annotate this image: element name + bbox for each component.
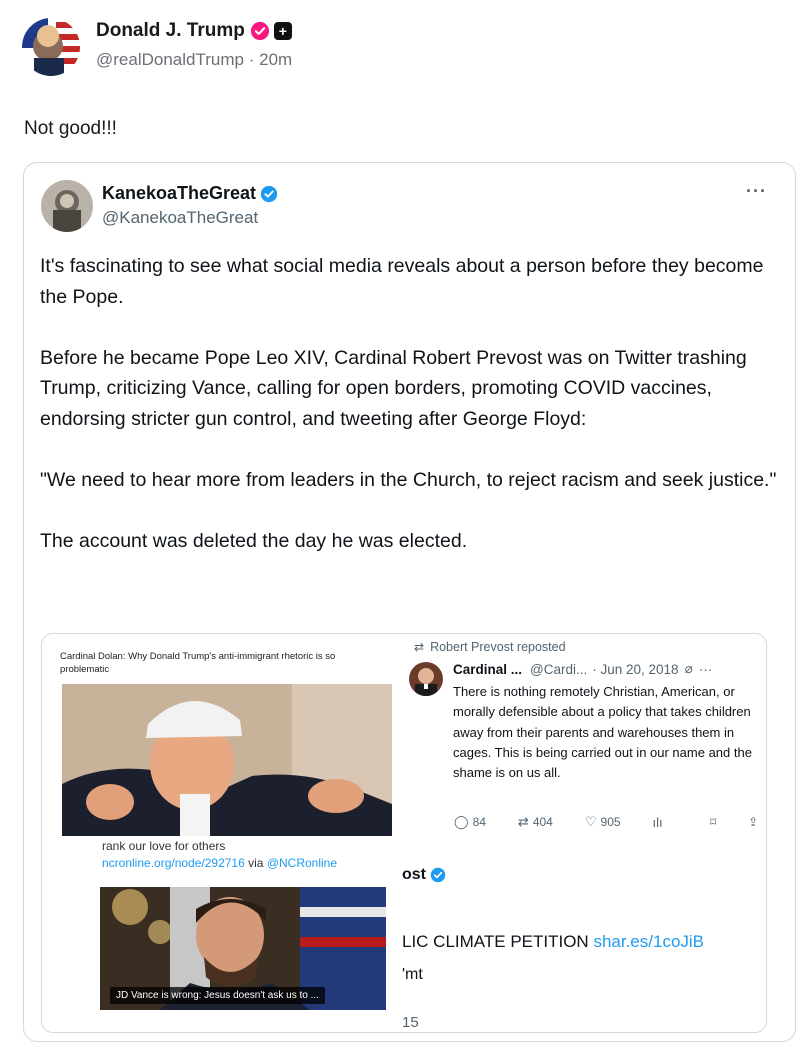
media-right-tweets: ⇄ Robert Prevost reposted Cardinal ... @… — [402, 634, 766, 1032]
like-count: 905 — [600, 815, 621, 829]
repost-line: ⇄ Robert Prevost reposted — [414, 640, 566, 654]
author-handle[interactable]: @realDonaldTrump — [96, 50, 244, 69]
link-url[interactable]: ncronline.org/node/292716 — [102, 856, 245, 870]
repost-icon: ⇄ — [414, 640, 425, 654]
plus-badge-icon: + — [273, 22, 292, 40]
like-icon: ♡ — [584, 814, 597, 829]
petition-url: shar.es/1coJiB — [593, 932, 705, 951]
link-via: via — [248, 856, 264, 870]
verified-badge-icon — [430, 867, 446, 883]
analytics-icon: ılı — [652, 814, 663, 830]
quote-paragraph: Before he became Pope Leo XIV, Cardinal … — [40, 346, 747, 430]
quote-author-name[interactable]: KanekoaTheGreat — [102, 183, 256, 204]
reply-count: 84 — [472, 815, 486, 829]
video-caption: JD Vance is wrong: Jesus doesn't ask us … — [110, 987, 325, 1004]
separator: · — [248, 50, 255, 69]
quote-author-handle[interactable]: @KanekoaTheGreat — [102, 208, 278, 228]
other-tweet-author: ost — [402, 866, 426, 883]
petition-text: LIC CLIMATE PETITION shar.es/1coJiB — [402, 932, 704, 952]
tweet-author-handle: @Cardi... — [530, 661, 588, 677]
more-options-icon: ··· — [698, 661, 713, 677]
count-15: 15 — [402, 1014, 419, 1031]
grok-icon: ⌀ — [684, 661, 693, 676]
tweet-date: · Jun 20, 2018 — [592, 661, 679, 677]
retweet-count: 404 — [532, 815, 553, 829]
trump-photo — [62, 684, 392, 836]
post-text: Not good!!! — [24, 118, 117, 139]
more-options-icon[interactable]: ··· — [746, 181, 767, 202]
bookmark-icon: ⌑ — [710, 815, 717, 829]
quote-body: It's fascinating to see what social medi… — [40, 251, 780, 587]
other-tweet-name: ost — [402, 866, 446, 884]
photo-caption: rank our love for others — [102, 839, 226, 853]
tweet-actions: ◯ 84 ⇄ 404 ♡ 905 ılı ⌑ ⇪ — [454, 814, 758, 830]
tweet-author-name: Cardinal ... — [453, 661, 523, 677]
verified-badge-icon — [260, 185, 278, 202]
quoted-post[interactable]: KanekoaTheGreat @KanekoaTheGreat ··· It'… — [23, 162, 796, 1042]
quote-avatar[interactable] — [41, 180, 93, 232]
cardinal-avatar — [409, 662, 443, 696]
petition-label: LIC CLIMATE PETITION — [402, 932, 589, 951]
avatar[interactable] — [22, 18, 80, 76]
quote-paragraph: "We need to hear more from leaders in th… — [40, 468, 777, 491]
petition-mt: 'mt — [402, 966, 423, 983]
post-time[interactable]: 20m — [259, 50, 292, 69]
article-title: Cardinal Dolan: Why Donald Trump's anti-… — [60, 651, 336, 675]
quote-media[interactable]: Cardinal Dolan: Why Donald Trump's anti-… — [41, 633, 767, 1033]
post-header: Donald J. Trump + @realDonaldTrump · 20m — [22, 18, 292, 76]
verified-badge-icon — [250, 21, 269, 41]
reply-icon: ◯ — [454, 814, 469, 829]
retweet-icon: ⇄ — [517, 814, 529, 829]
share-icon: ⇪ — [748, 815, 759, 829]
link-handle[interactable]: @NCRonline — [267, 856, 337, 870]
quote-paragraph: It's fascinating to see what social medi… — [40, 255, 764, 308]
media-left-collage: Cardinal Dolan: Why Donald Trump's anti-… — [42, 634, 398, 1032]
quote-paragraph: The account was deleted the day he was e… — [40, 529, 468, 552]
author-name[interactable]: Donald J. Trump — [96, 20, 245, 42]
vance-photo: JD Vance is wrong: Jesus doesn't ask us … — [100, 887, 386, 1010]
tweet-header: Cardinal ... @Cardi... · Jun 20, 2018 ⌀ … — [453, 661, 712, 677]
tweet-text: There is nothing remotely Christian, Ame… — [453, 684, 752, 781]
repost-label: Robert Prevost reposted — [430, 640, 566, 654]
article-link[interactable]: ncronline.org/node/292716 via @NCRonline — [102, 856, 337, 870]
